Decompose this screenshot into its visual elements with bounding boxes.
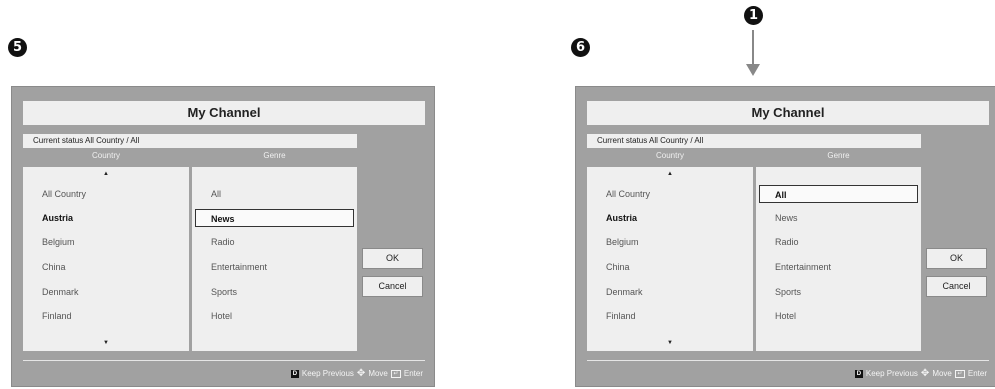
ok-button[interactable]: OK xyxy=(362,248,423,269)
scroll-up-icon[interactable]: ▲ xyxy=(587,170,753,178)
footer-divider xyxy=(23,360,425,361)
keep-previous-label: Keep Previous xyxy=(301,369,354,378)
list-item-genre[interactable]: Hotel xyxy=(756,307,921,325)
country-header: Country xyxy=(655,151,684,160)
move-label: Move xyxy=(368,369,388,378)
list-item-genre[interactable]: Hotel xyxy=(192,307,357,325)
list-item-genre[interactable]: Entertainment xyxy=(192,258,357,276)
country-list[interactable]: ▲ All Country Austria Belgium China Denm… xyxy=(587,167,753,351)
move-icon: ✥ xyxy=(356,368,366,379)
my-channel-panel-right: My Channel Current status All Country / … xyxy=(575,86,995,387)
step-1-badge: 1 xyxy=(744,6,763,25)
step-5-badge: 5 xyxy=(8,38,27,57)
cancel-button[interactable]: Cancel xyxy=(362,276,423,297)
list-item-genre[interactable]: Entertainment xyxy=(756,258,921,276)
list-item-country[interactable]: All Country xyxy=(23,185,189,203)
country-header: Country xyxy=(91,151,120,160)
list-item-country[interactable]: Austria xyxy=(587,209,753,227)
enter-icon: ↵ xyxy=(954,370,965,378)
down-arrow-icon xyxy=(746,64,760,76)
list-item-country[interactable]: Belgium xyxy=(23,233,189,251)
genre-header: Genre xyxy=(827,151,850,160)
current-status: Current status All Country / All xyxy=(587,134,921,148)
panel-title: My Channel xyxy=(23,101,425,125)
list-item-genre-selected[interactable]: All xyxy=(759,185,918,203)
genre-header: Genre xyxy=(263,151,286,160)
ok-button[interactable]: OK xyxy=(926,248,987,269)
list-item-country[interactable]: Finland xyxy=(587,307,753,325)
list-item-genre[interactable]: All xyxy=(192,185,357,203)
genre-list[interactable]: All News Radio Entertainment Sports Hote… xyxy=(756,167,921,351)
footer-divider xyxy=(587,360,989,361)
my-channel-panel-left: My Channel Current status All Country / … xyxy=(11,86,435,387)
list-item-country[interactable]: China xyxy=(23,258,189,276)
country-list[interactable]: ▲ All Country Austria Belgium China Denm… xyxy=(23,167,189,351)
genre-list[interactable]: All News Radio Entertainment Sports Hote… xyxy=(192,167,357,351)
arrow-line xyxy=(752,30,754,65)
panel-title: My Channel xyxy=(587,101,989,125)
list-item-genre[interactable]: Sports xyxy=(756,283,921,301)
footer-hints: D Keep Previous ✥ Move ↵ Enter xyxy=(290,367,423,381)
scroll-up-icon[interactable]: ▲ xyxy=(23,170,189,178)
list-item-country[interactable]: China xyxy=(587,258,753,276)
enter-label: Enter xyxy=(403,369,423,378)
keep-previous-key-icon: D xyxy=(854,370,863,378)
list-item-genre-selected[interactable]: News xyxy=(195,209,354,227)
move-icon: ✥ xyxy=(920,368,930,379)
enter-icon: ↵ xyxy=(390,370,401,378)
cancel-button[interactable]: Cancel xyxy=(926,276,987,297)
list-item-genre[interactable]: Radio xyxy=(756,233,921,251)
list-item-country[interactable]: All Country xyxy=(587,185,753,203)
list-item-country[interactable]: Finland xyxy=(23,307,189,325)
list-item-genre[interactable]: Sports xyxy=(192,283,357,301)
keep-previous-key-icon: D xyxy=(290,370,299,378)
move-label: Move xyxy=(932,369,952,378)
keep-previous-label: Keep Previous xyxy=(865,369,918,378)
step-6-badge: 6 xyxy=(571,38,590,57)
list-item-country[interactable]: Denmark xyxy=(23,283,189,301)
current-status: Current status All Country / All xyxy=(23,134,357,148)
list-item-genre[interactable]: News xyxy=(756,209,921,227)
list-item-genre[interactable]: Radio xyxy=(192,233,357,251)
scroll-down-icon[interactable]: ▼ xyxy=(587,339,753,347)
list-item-country[interactable]: Denmark xyxy=(587,283,753,301)
list-item-country[interactable]: Austria xyxy=(23,209,189,227)
scroll-down-icon[interactable]: ▼ xyxy=(23,339,189,347)
footer-hints: D Keep Previous ✥ Move ↵ Enter xyxy=(854,367,987,381)
enter-label: Enter xyxy=(967,369,987,378)
list-item-country[interactable]: Belgium xyxy=(587,233,753,251)
